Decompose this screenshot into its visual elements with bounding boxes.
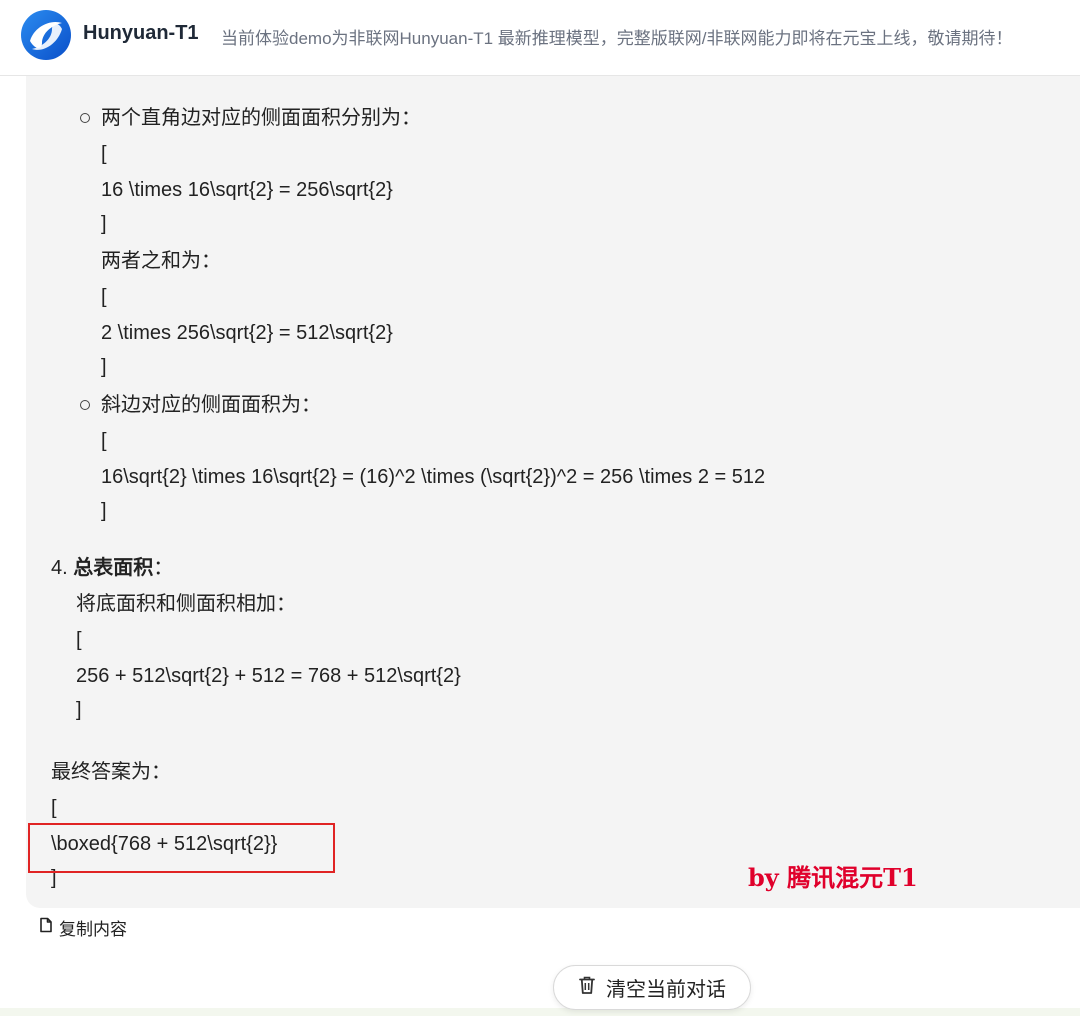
trash-icon <box>578 975 596 1000</box>
formula-text: 256 + 512\sqrt{2} + 512 = 768 + 512\sqrt… <box>76 665 461 687</box>
signature-text: by 腾讯混元T1 <box>748 863 918 892</box>
bullet-title: 两个直角边对应的侧面面积分别为： <box>101 107 421 129</box>
formula-close-bracket: ] <box>101 356 107 378</box>
formula-open-bracket: [ <box>51 797 57 819</box>
bullet-dot <box>80 113 90 123</box>
step-title: 总表面积 <box>73 557 154 579</box>
final-answer-label: 最终答案为： <box>51 761 171 783</box>
highlight-box <box>28 823 335 873</box>
sum-label: 两者之和为： <box>101 250 221 272</box>
formula-open-bracket: [ <box>101 143 107 165</box>
formula-close-bracket: ] <box>101 500 107 522</box>
bullet-title: 斜边对应的侧面面积为： <box>101 394 321 416</box>
copy-icon <box>37 916 55 939</box>
app-title: Hunyuan-T1 <box>83 22 199 44</box>
copy-content-button[interactable]: 复制内容 <box>37 915 127 939</box>
header-bar: Hunyuan-T1 当前体验demo为非联网Hunyuan-T1 最新推理模型… <box>0 0 1080 76</box>
step-heading: 4. 总表面积： <box>51 556 173 580</box>
clear-conversation-label: 清空当前对话 <box>606 979 726 1001</box>
step-description: 将底面积和侧面积相加： <box>76 593 296 615</box>
formula-text: 16\sqrt{2} \times 16\sqrt{2} = (16)^2 \t… <box>101 466 766 488</box>
formula-open-bracket: [ <box>101 286 107 308</box>
formula-close-bracket: ] <box>101 213 107 235</box>
input-area-background <box>0 1008 1080 1016</box>
formula-close-bracket: ] <box>76 699 82 721</box>
bullet-dot <box>80 400 90 410</box>
formula-text: 16 \times 16\sqrt{2} = 256\sqrt{2} <box>101 179 393 201</box>
step-number: 4. <box>51 557 68 579</box>
formula-open-bracket: [ <box>76 629 82 651</box>
header-notice: 当前体验demo为非联网Hunyuan-T1 最新推理模型，完整版联网/非联网能… <box>221 29 1013 48</box>
step-colon: ： <box>153 557 174 579</box>
hunyuan-logo-icon <box>20 9 72 61</box>
clear-conversation-button[interactable]: 清空当前对话 <box>553 965 751 1010</box>
copy-label: 复制内容 <box>59 919 127 939</box>
formula-open-bracket: [ <box>101 430 107 452</box>
formula-text: 2 \times 256\sqrt{2} = 512\sqrt{2} <box>101 322 393 344</box>
